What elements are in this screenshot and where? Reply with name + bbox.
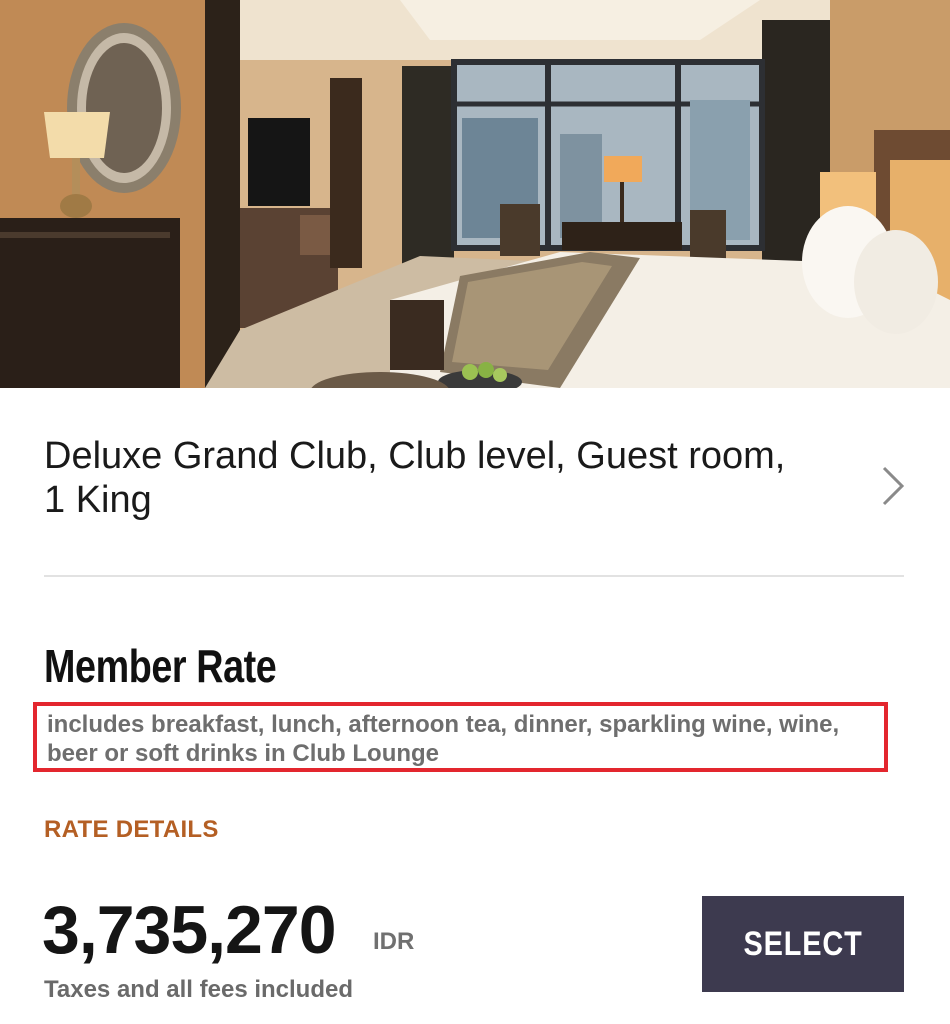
price-amount: 3,735,270 — [42, 892, 337, 968]
room-title: Deluxe Grand Club, Club level, Guest roo… — [44, 435, 786, 521]
room-photo[interactable] — [0, 0, 950, 388]
room-title-row[interactable]: Deluxe Grand Club, Club level, Guest roo… — [44, 434, 906, 534]
rate-description-highlight: includes breakfast, lunch, afternoon tea… — [33, 702, 888, 772]
rate-details-link[interactable]: RATE DETAILS — [44, 816, 219, 844]
rate-title: Member Rate — [44, 640, 277, 692]
price-fees-note: Taxes and all fees included — [44, 976, 353, 1003]
section-divider — [44, 575, 904, 577]
select-button[interactable]: SELECT — [702, 896, 904, 992]
select-button-label: SELECT — [743, 924, 863, 963]
rate-description: includes breakfast, lunch, afternoon tea… — [47, 711, 840, 767]
chevron-right-icon[interactable] — [880, 464, 906, 508]
hotel-room-image — [0, 0, 950, 388]
price-currency: IDR — [373, 928, 415, 955]
